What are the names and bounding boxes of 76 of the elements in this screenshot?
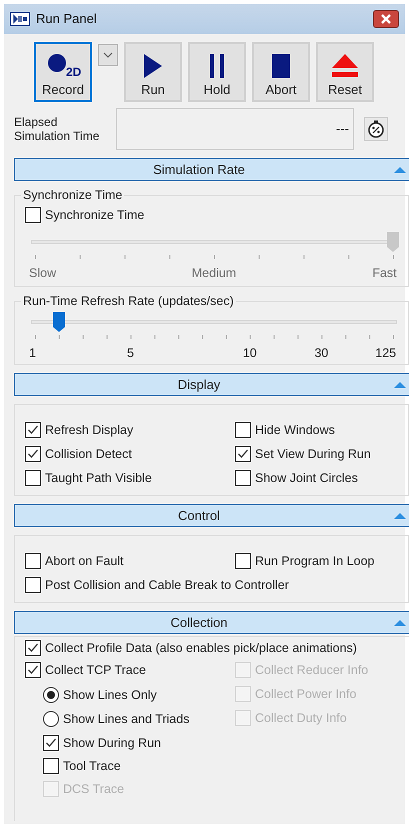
section-header[interactable]: Display xyxy=(14,373,409,396)
app-icon xyxy=(10,12,30,26)
radio-label[interactable]: Show Lines and Triads xyxy=(63,710,190,728)
radio-button[interactable] xyxy=(43,687,59,703)
checkbox-label: Collect Reducer Info xyxy=(255,662,368,679)
checkbox-label[interactable]: Show Joint Circles xyxy=(255,468,358,488)
checkbox[interactable] xyxy=(235,470,251,486)
checkmark-icon xyxy=(237,448,249,460)
checkbox[interactable] xyxy=(25,577,41,593)
checkmark-icon xyxy=(27,424,39,436)
checkbox[interactable] xyxy=(43,735,59,751)
caret-icon xyxy=(103,52,113,58)
checkmark-icon xyxy=(27,664,39,676)
slider-thumb[interactable] xyxy=(52,312,65,332)
radio-label[interactable]: Show Lines Only xyxy=(63,686,157,704)
radio-button[interactable] xyxy=(43,711,59,727)
checkbox[interactable] xyxy=(25,446,41,462)
scale-label: Medium xyxy=(192,265,236,282)
checkbox-label[interactable]: Refresh Display xyxy=(45,420,134,440)
checkbox[interactable] xyxy=(25,640,41,656)
checkbox-label[interactable]: Synchronize Time xyxy=(45,206,144,224)
close-icon xyxy=(381,14,391,24)
checkbox-label[interactable]: Run Program In Loop xyxy=(255,552,375,570)
reset-button[interactable]: Reset xyxy=(316,42,374,102)
checkbox[interactable] xyxy=(25,422,41,438)
checkbox-label[interactable]: Collect TCP Trace xyxy=(45,660,146,680)
checkbox[interactable] xyxy=(25,207,41,223)
stop-icon xyxy=(271,53,291,79)
play-icon xyxy=(142,53,164,79)
eject-icon xyxy=(331,53,359,79)
checkbox-label: Collect Power Info xyxy=(255,686,356,703)
section-header[interactable]: Collection xyxy=(14,611,409,634)
elapsed-time-field: --- xyxy=(116,108,354,150)
record-button[interactable]: 2D Record xyxy=(34,42,92,102)
checkbox-label[interactable]: Post Collision and Cable Break to Controller xyxy=(45,576,289,594)
checkbox[interactable] xyxy=(25,470,41,486)
checkbox-label: Collect Duty Info xyxy=(255,710,347,727)
checkbox[interactable] xyxy=(25,662,41,678)
section-header[interactable]: Simulation Rate xyxy=(14,158,409,181)
checkbox[interactable] xyxy=(235,422,251,438)
checkbox[interactable] xyxy=(235,446,251,462)
scale-label: 125 xyxy=(375,345,396,362)
abort-button[interactable]: Abort xyxy=(252,42,310,102)
checkbox-label[interactable]: Collect Profile Data (also enables pick/place animations) xyxy=(45,638,357,658)
scale-label: Fast xyxy=(372,265,397,282)
elapsed-time-label: Elapsed Simulation Time xyxy=(14,115,100,143)
checkmark-icon xyxy=(27,642,39,654)
checkbox-label[interactable]: Tool Trace xyxy=(63,756,121,776)
scale-label: 5 xyxy=(126,345,134,362)
run-button[interactable]: Run xyxy=(124,42,182,102)
checkbox-label: DCS Trace xyxy=(63,780,124,798)
checkbox-label[interactable]: Collision Detect xyxy=(45,444,132,464)
scale-label: 1 xyxy=(29,345,36,362)
window-title: Run Panel xyxy=(36,10,97,28)
scale-label: 30 xyxy=(314,345,328,362)
group-title: Run-Time Refresh Rate (updates/sec) xyxy=(21,294,236,308)
pause-icon xyxy=(207,53,227,79)
scale-label: Slow xyxy=(29,265,56,282)
hold-button[interactable]: Hold xyxy=(188,42,246,102)
checkmark-icon xyxy=(27,448,39,460)
stopwatch-icon xyxy=(367,120,385,138)
checkbox-label[interactable]: Show During Run xyxy=(63,734,161,752)
checkbox[interactable] xyxy=(25,553,41,569)
stopwatch-button[interactable] xyxy=(364,117,388,141)
checkbox-label[interactable]: Hide Windows xyxy=(255,420,335,440)
checkbox-label[interactable]: Abort on Fault xyxy=(45,552,124,570)
scale-label: 10 xyxy=(242,345,257,362)
checkbox-label[interactable]: Taught Path Visible xyxy=(45,468,152,488)
checkbox[interactable] xyxy=(43,758,59,774)
dropdown-button[interactable] xyxy=(98,44,118,66)
section-header[interactable]: Control xyxy=(14,504,409,527)
checkbox-label[interactable]: Set View During Run xyxy=(255,444,371,464)
group-title: Synchronize Time xyxy=(21,188,124,202)
checkmark-icon xyxy=(45,737,57,749)
close-button[interactable] xyxy=(373,10,399,28)
checkbox[interactable] xyxy=(235,553,251,569)
